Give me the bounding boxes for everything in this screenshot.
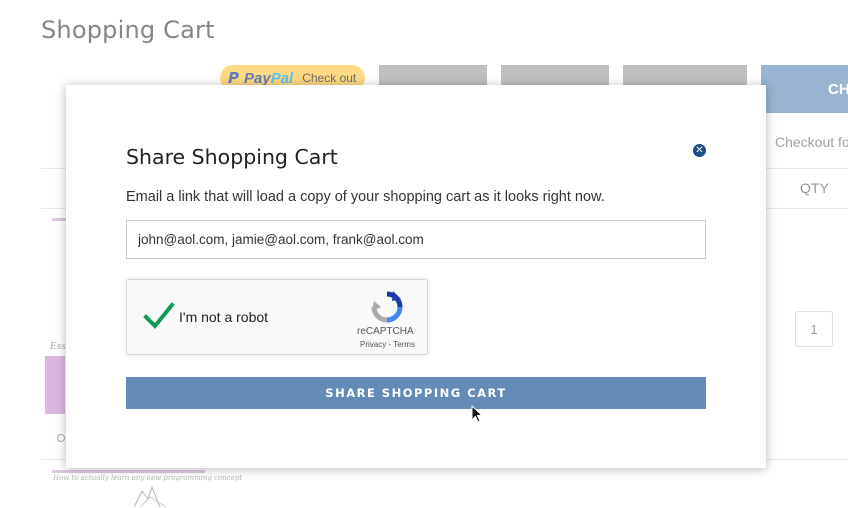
- mouse-cursor-icon: [471, 405, 483, 423]
- recaptcha-brand: reCAPTCHA: [357, 326, 414, 337]
- recaptcha-label: I'm not a robot: [179, 309, 269, 325]
- modal-title: Share Shopping Cart: [126, 145, 338, 169]
- modal-description: Email a link that will load a copy of yo…: [126, 189, 605, 205]
- share-cart-modal: Share Shopping Cart ✕ Email a link that …: [66, 85, 766, 468]
- recaptcha-links[interactable]: Privacy - Terms: [360, 340, 415, 349]
- email-field[interactable]: [126, 220, 706, 259]
- checkmark-icon[interactable]: [143, 301, 175, 331]
- close-icon[interactable]: ✕: [693, 144, 706, 157]
- share-cart-button[interactable]: SHARE SHOPPING CART: [126, 377, 706, 409]
- recaptcha-logo-icon: [371, 291, 403, 323]
- recaptcha-widget[interactable]: I'm not a robot reCAPTCHA Privacy - Term…: [126, 279, 428, 355]
